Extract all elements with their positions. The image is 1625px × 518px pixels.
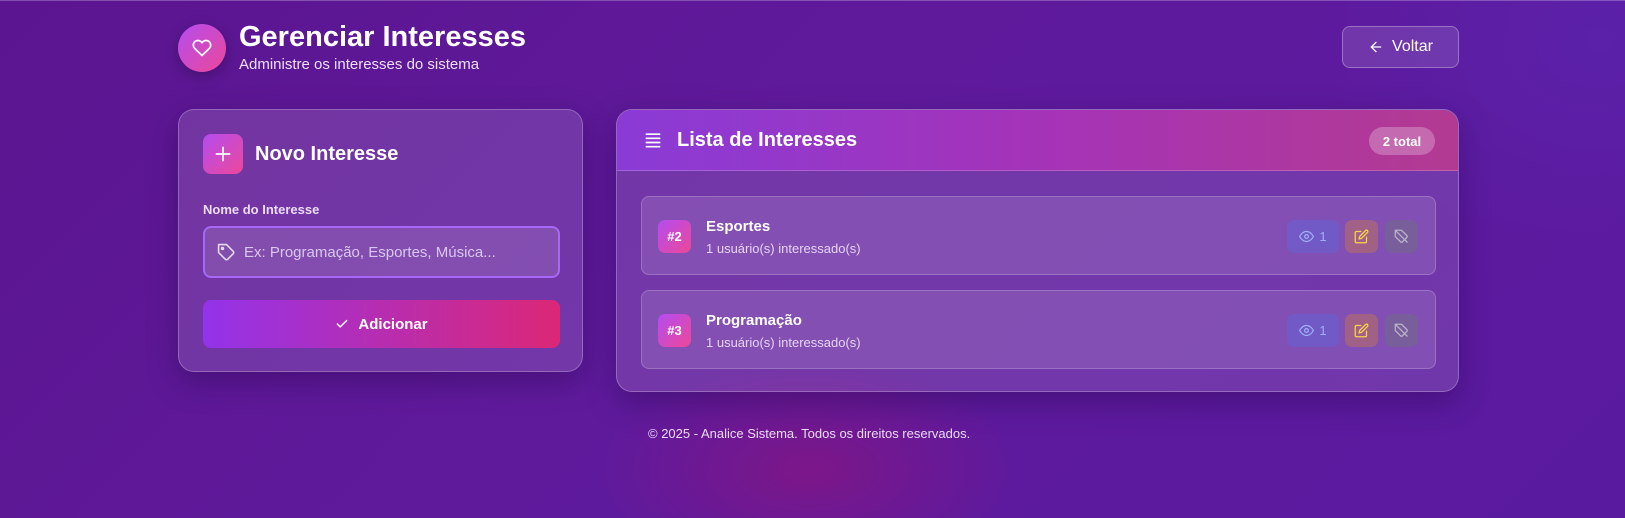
delete-button[interactable] bbox=[1385, 220, 1418, 253]
interest-user-count: 1 usuário(s) interessado(s) bbox=[706, 241, 861, 256]
interest-name-label: Nome do Interesse bbox=[203, 202, 320, 217]
footer-copyright: © 2025 - Analice Sistema. Todos os direi… bbox=[648, 426, 971, 441]
page-header: Gerenciar Interesses Administre os inter… bbox=[178, 22, 526, 73]
list-title: Lista de Interesses bbox=[677, 129, 858, 151]
tag-icon bbox=[217, 243, 235, 261]
interest-name-field bbox=[203, 226, 560, 278]
add-button[interactable]: Adicionar bbox=[203, 300, 560, 348]
interest-name: Esportes bbox=[706, 218, 771, 235]
edit-button[interactable] bbox=[1345, 314, 1378, 347]
page-title: Gerenciar Interesses bbox=[239, 21, 526, 53]
arrow-left-icon bbox=[1370, 41, 1382, 53]
interest-id-badge: #3 bbox=[658, 314, 691, 347]
interest-list-card: Lista de Interesses 2 total #2 Esportes … bbox=[616, 109, 1459, 392]
total-badge: 2 total bbox=[1369, 127, 1435, 155]
edit-button[interactable] bbox=[1345, 220, 1378, 253]
new-interest-title: Novo Interesse bbox=[255, 142, 399, 165]
edit-icon bbox=[1354, 229, 1369, 244]
top-border bbox=[0, 0, 1625, 1]
page-subtitle: Administre os interesses do sistema bbox=[239, 56, 480, 73]
tag-off-icon bbox=[1394, 323, 1408, 337]
check-icon bbox=[337, 319, 348, 328]
eye-icon bbox=[1299, 230, 1315, 243]
back-button-label: Voltar bbox=[1392, 38, 1433, 55]
interest-name-input[interactable] bbox=[244, 243, 544, 261]
new-interest-card: Novo Interesse Nome do Interesse Adicion… bbox=[178, 109, 583, 372]
view-count: 1 bbox=[1319, 229, 1327, 244]
edit-icon bbox=[1354, 323, 1369, 338]
tag-off-icon bbox=[1394, 229, 1408, 243]
view-button[interactable]: 1 bbox=[1287, 220, 1339, 253]
interest-user-count: 1 usuário(s) interessado(s) bbox=[706, 335, 861, 350]
interest-id-badge: #2 bbox=[658, 220, 691, 253]
list-icon bbox=[645, 133, 661, 148]
view-count: 1 bbox=[1319, 323, 1327, 338]
view-button[interactable]: 1 bbox=[1287, 314, 1339, 347]
heart-icon bbox=[178, 23, 226, 72]
interest-item: #3 Programação 1 usuário(s) interessado(… bbox=[641, 290, 1436, 369]
delete-button[interactable] bbox=[1385, 314, 1418, 347]
plus-icon bbox=[203, 134, 243, 174]
list-header: Lista de Interesses 2 total bbox=[617, 110, 1458, 171]
back-button[interactable]: Voltar bbox=[1342, 26, 1459, 68]
interest-item: #2 Esportes 1 usuário(s) interessado(s) … bbox=[641, 196, 1436, 275]
eye-icon bbox=[1299, 324, 1315, 337]
add-button-label: Adicionar bbox=[358, 315, 428, 333]
interest-name: Programação bbox=[706, 312, 802, 329]
